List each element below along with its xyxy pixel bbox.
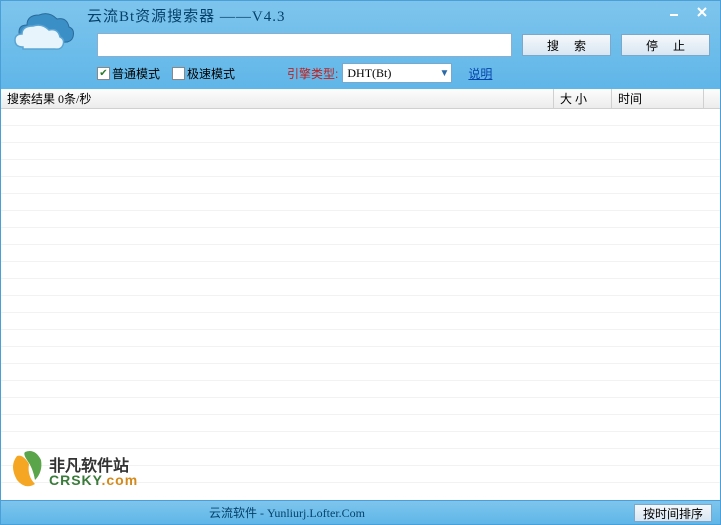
list-item <box>1 296 720 313</box>
list-item <box>1 109 720 126</box>
engine-type-value: DHT(Bt) <box>347 66 391 81</box>
list-item <box>1 126 720 143</box>
list-item <box>1 160 720 177</box>
close-button[interactable] <box>688 3 716 21</box>
list-item <box>1 398 720 415</box>
titlebar: 云流Bt资源搜索器 ——V4.3 搜 索 停 止 普通模式 极速 <box>1 1 720 89</box>
search-button[interactable]: 搜 索 <box>522 34 611 56</box>
list-item <box>1 364 720 381</box>
list-item <box>1 313 720 330</box>
normal-mode-label: 普通模式 <box>112 65 160 82</box>
minimize-button[interactable] <box>660 3 688 21</box>
search-input[interactable] <box>97 33 512 57</box>
checkbox-icon <box>97 67 110 80</box>
list-item <box>1 245 720 262</box>
list-item <box>1 177 720 194</box>
list-item <box>1 279 720 296</box>
results-list[interactable] <box>1 109 720 500</box>
brand-text: 云流软件 - Yunliurj.Lofter.Com <box>209 504 365 521</box>
column-header-time[interactable]: 时间 <box>612 89 704 108</box>
list-item <box>1 466 720 483</box>
chevron-down-icon: ▼ <box>439 68 449 79</box>
app-window: 云流Bt资源搜索器 ——V4.3 搜 索 停 止 普通模式 极速 <box>0 0 721 525</box>
stop-button[interactable]: 停 止 <box>621 34 710 56</box>
engine-type-label: 引擎类型: <box>287 65 338 82</box>
app-logo-icon <box>9 5 79 85</box>
sort-by-time-button[interactable]: 按时间排序 <box>634 504 712 522</box>
checkbox-icon <box>172 67 185 80</box>
fast-mode-checkbox[interactable]: 极速模式 <box>172 65 235 82</box>
normal-mode-checkbox[interactable]: 普通模式 <box>97 65 160 82</box>
list-item <box>1 432 720 449</box>
list-item <box>1 347 720 364</box>
list-item <box>1 330 720 347</box>
list-item <box>1 194 720 211</box>
engine-type-select[interactable]: DHT(Bt) ▼ <box>342 63 452 83</box>
list-item <box>1 262 720 279</box>
list-item <box>1 228 720 245</box>
list-item <box>1 211 720 228</box>
fast-mode-label: 极速模式 <box>187 65 235 82</box>
column-header-size[interactable]: 大 小 <box>554 89 612 108</box>
list-item <box>1 381 720 398</box>
list-item <box>1 415 720 432</box>
statusbar: 云流软件 - Yunliurj.Lofter.Com 按时间排序 <box>1 500 720 524</box>
column-header-name[interactable]: 搜索结果 0条/秒 <box>1 89 554 108</box>
help-link[interactable]: 说明 <box>468 65 492 82</box>
list-item <box>1 449 720 466</box>
list-item <box>1 143 720 160</box>
window-title: 云流Bt资源搜索器 ——V4.3 <box>87 5 286 26</box>
results-header: 搜索结果 0条/秒 大 小 时间 <box>1 89 720 109</box>
column-header-spacer <box>704 89 720 108</box>
